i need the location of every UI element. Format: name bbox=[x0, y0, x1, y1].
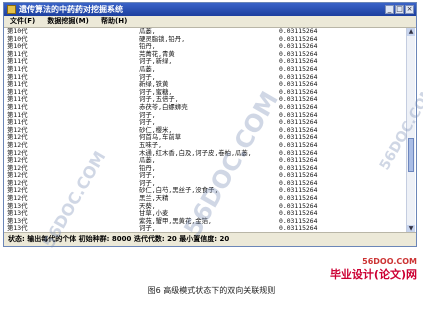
list-row[interactable]: 第12代 何首乌,车前草 0.03115264 bbox=[5, 134, 407, 142]
close-button[interactable]: × bbox=[405, 5, 414, 14]
maximize-button[interactable]: □ bbox=[395, 5, 404, 14]
status-bar: 状态: 输出每代的个体 初始种群: 8000 迭代代数: 20 最小置信度: 2… bbox=[4, 232, 416, 246]
site-logo: 56DOO.COM 毕业设计(论文)网 bbox=[330, 257, 417, 282]
list-row[interactable]: 第11代 诃子, 0.03115264 bbox=[5, 119, 407, 127]
window-controls: _ □ × bbox=[385, 5, 414, 14]
list-row[interactable]: 第11代 诃子,蜜糖, 0.03115264 bbox=[5, 88, 407, 97]
menu-file[interactable]: 文件(F) bbox=[6, 16, 39, 27]
app-icon bbox=[7, 5, 16, 14]
list-row[interactable]: 第12代 瓜蒌, 0.03115264 bbox=[5, 156, 407, 165]
vertical-scrollbar[interactable]: ▲ ▼ bbox=[406, 28, 415, 233]
menu-help[interactable]: 帮助(H) bbox=[97, 16, 131, 27]
minimize-button[interactable]: _ bbox=[385, 5, 394, 14]
list-row[interactable]: 第11代 诃子,新绿, 0.03115264 bbox=[5, 58, 407, 66]
list-row[interactable]: 第10代 铅丹, 0.03115264 bbox=[5, 43, 407, 51]
scroll-up-icon[interactable]: ▲ bbox=[407, 28, 415, 36]
list-row[interactable]: 第12代 诃子, 0.03115264 bbox=[5, 172, 407, 180]
app-window: 遗传算法的中药药对挖掘系统 _ □ × 文件(F) 数据挖掘(M) 帮助(H) … bbox=[3, 2, 417, 247]
title-bar[interactable]: 遗传算法的中药药对挖掘系统 _ □ × bbox=[4, 3, 416, 16]
scroll-thumb[interactable] bbox=[408, 138, 414, 172]
list-row[interactable]: 第11代 赤茯苓,白螺蛳壳 0.03115264 bbox=[5, 103, 407, 112]
list-row[interactable]: 第13代 天葵, 0.03115264 bbox=[5, 202, 407, 211]
list-row[interactable]: 第11代 芫菁花,青黄 0.03115264 bbox=[5, 50, 407, 59]
menu-bar: 文件(F) 数据挖掘(M) 帮助(H) bbox=[4, 16, 416, 28]
result-list[interactable]: 第10代 瓜蒌, 0.03115264 第10代 硬灵脂锁,铅丹, 0.03115264 第… bbox=[5, 28, 407, 233]
logo-url: 56DOO.COM bbox=[362, 257, 417, 266]
list-row[interactable]: 第11代 诃子,五倍子, 0.03115264 bbox=[5, 96, 407, 104]
list-row[interactable]: 第13代 紫苑,蟹甲,黑黄花,金箔, 0.03115264 bbox=[5, 217, 407, 226]
list-row[interactable]: 第11代 诃子, 0.03115264 bbox=[5, 73, 407, 82]
logo-text: 毕业设计(论文)网 bbox=[329, 268, 417, 281]
figure-caption: 图6 高级模式状态下的双向关联规则 bbox=[147, 286, 276, 295]
list-row[interactable]: 第11代 诃子, 0.03115264 bbox=[5, 111, 407, 120]
window-title: 遗传算法的中药药对挖掘系统 bbox=[19, 5, 123, 14]
menu-data-mining[interactable]: 数据挖掘(M) bbox=[43, 16, 92, 27]
list-row[interactable]: 第10代 瓜蒌, 0.03115264 bbox=[5, 28, 407, 36]
list-row[interactable]: 第11代 瓜蒌, 0.03115264 bbox=[5, 65, 407, 74]
list-row[interactable]: 第12代 砂仁,白芍,黑丝子,没食子, 0.03115264 bbox=[5, 187, 407, 195]
list-row[interactable]: 第12代 木通,红木香,白及,诃子皮,卷柏,瓜蒌, 0.03115264 bbox=[5, 149, 407, 158]
list-row[interactable]: 第12代 砂仁,樱米, 0.03115264 bbox=[5, 126, 407, 135]
list-row[interactable]: 第12代 黑兰,天精 0.03115264 bbox=[5, 194, 407, 203]
list-row[interactable]: 第12代 铅丹, 0.03115264 bbox=[5, 164, 407, 173]
list-row[interactable]: 第10代 硬灵脂锁,铅丹, 0.03115264 bbox=[5, 35, 407, 44]
list-row[interactable]: 第11代 新绿,铁黄 0.03115264 bbox=[5, 81, 407, 89]
